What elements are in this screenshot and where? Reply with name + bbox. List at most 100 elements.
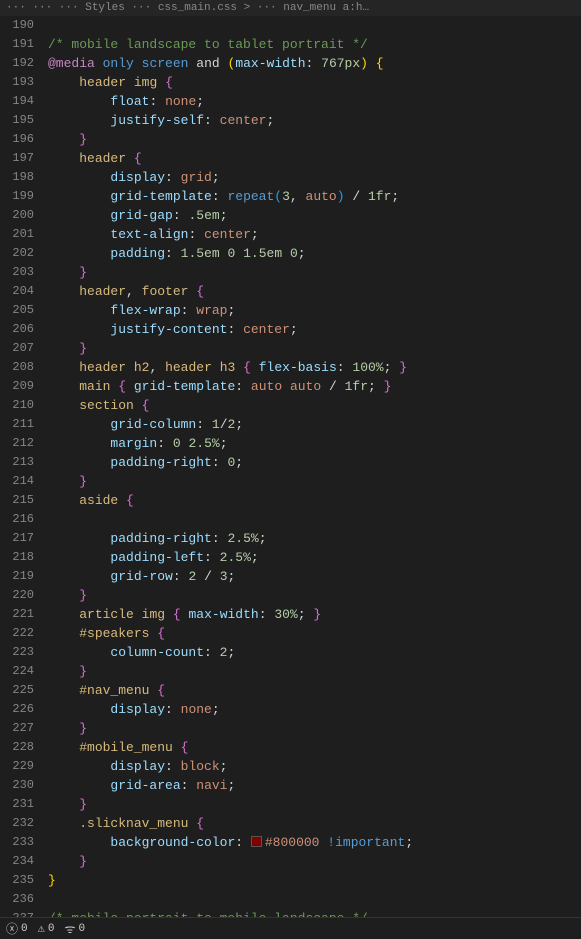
code-line[interactable]: 215 aside {: [0, 491, 581, 510]
code-line[interactable]: 227 }: [0, 719, 581, 738]
code-content[interactable]: }: [48, 719, 581, 738]
code-line[interactable]: 199 grid-template: repeat(3, auto) / 1fr…: [0, 187, 581, 206]
code-content[interactable]: article img { max-width: 30%; }: [48, 605, 581, 624]
code-line[interactable]: 193 header img {: [0, 73, 581, 92]
code-content[interactable]: }: [48, 472, 581, 491]
code-line[interactable]: 221 article img { max-width: 30%; }: [0, 605, 581, 624]
code-content[interactable]: main { grid-template: auto auto / 1fr; }: [48, 377, 581, 396]
code-line[interactable]: 204 header, footer {: [0, 282, 581, 301]
code-line[interactable]: 206 justify-content: center;: [0, 320, 581, 339]
code-line[interactable]: 226 display: none;: [0, 700, 581, 719]
code-line[interactable]: 223 column-count: 2;: [0, 643, 581, 662]
code-line[interactable]: 190: [0, 16, 581, 35]
code-line[interactable]: 201 text-align: center;: [0, 225, 581, 244]
code-line[interactable]: 235}: [0, 871, 581, 890]
code-line[interactable]: 211 grid-column: 1/2;: [0, 415, 581, 434]
code-content[interactable]: /* mobile portrait to mobile landscape *…: [48, 909, 581, 917]
code-content[interactable]: [48, 16, 581, 35]
code-line[interactable]: 236: [0, 890, 581, 909]
code-content[interactable]: [48, 510, 581, 529]
status-bar[interactable]: ⓧ0 ⚠0 ᯤ0: [0, 917, 581, 939]
code-line[interactable]: 197 header {: [0, 149, 581, 168]
breadcrumb[interactable]: ··· ··· ··· Styles ··· css_main.css > ··…: [6, 2, 369, 14]
code-line[interactable]: 234 }: [0, 852, 581, 871]
code-content[interactable]: header h2, header h3 { flex-basis: 100%;…: [48, 358, 581, 377]
code-content[interactable]: [48, 890, 581, 909]
code-content[interactable]: grid-area: navi;: [48, 776, 581, 795]
code-content[interactable]: padding: 1.5em 0 1.5em 0;: [48, 244, 581, 263]
code-content[interactable]: #mobile_menu {: [48, 738, 581, 757]
code-line[interactable]: 232 .slicknav_menu {: [0, 814, 581, 833]
code-line[interactable]: 214 }: [0, 472, 581, 491]
code-line[interactable]: 195 justify-self: center;: [0, 111, 581, 130]
code-content[interactable]: column-count: 2;: [48, 643, 581, 662]
code-line[interactable]: 198 display: grid;: [0, 168, 581, 187]
code-content[interactable]: padding-left: 2.5%;: [48, 548, 581, 567]
code-content[interactable]: }: [48, 586, 581, 605]
code-content[interactable]: /* mobile landscape to tablet portrait *…: [48, 35, 581, 54]
code-content[interactable]: #speakers {: [48, 624, 581, 643]
code-line[interactable]: 212 margin: 0 2.5%;: [0, 434, 581, 453]
code-editor[interactable]: 190191/* mobile landscape to tablet port…: [0, 16, 581, 917]
code-content[interactable]: padding-right: 0;: [48, 453, 581, 472]
code-content[interactable]: }: [48, 130, 581, 149]
code-content[interactable]: display: grid;: [48, 168, 581, 187]
code-line[interactable]: 222 #speakers {: [0, 624, 581, 643]
code-content[interactable]: grid-row: 2 / 3;: [48, 567, 581, 586]
code-line[interactable]: 207 }: [0, 339, 581, 358]
code-line[interactable]: 205 flex-wrap: wrap;: [0, 301, 581, 320]
code-content[interactable]: float: none;: [48, 92, 581, 111]
code-content[interactable]: flex-wrap: wrap;: [48, 301, 581, 320]
code-line[interactable]: 229 display: block;: [0, 757, 581, 776]
code-line[interactable]: 191/* mobile landscape to tablet portrai…: [0, 35, 581, 54]
code-line[interactable]: 233 background-color: #800000 !important…: [0, 833, 581, 852]
code-content[interactable]: }: [48, 263, 581, 282]
code-content[interactable]: margin: 0 2.5%;: [48, 434, 581, 453]
code-content[interactable]: grid-column: 1/2;: [48, 415, 581, 434]
code-content[interactable]: display: none;: [48, 700, 581, 719]
code-content[interactable]: justify-content: center;: [48, 320, 581, 339]
code-line[interactable]: 213 padding-right: 0;: [0, 453, 581, 472]
status-errors[interactable]: ⓧ0: [6, 920, 28, 937]
code-line[interactable]: 200 grid-gap: .5em;: [0, 206, 581, 225]
code-line[interactable]: 202 padding: 1.5em 0 1.5em 0;: [0, 244, 581, 263]
code-content[interactable]: }: [48, 852, 581, 871]
code-content[interactable]: .slicknav_menu {: [48, 814, 581, 833]
code-content[interactable]: section {: [48, 396, 581, 415]
code-line[interactable]: 196 }: [0, 130, 581, 149]
code-content[interactable]: background-color: #800000 !important;: [48, 833, 581, 852]
code-content[interactable]: }: [48, 662, 581, 681]
code-line[interactable]: 219 grid-row: 2 / 3;: [0, 567, 581, 586]
code-line[interactable]: 220 }: [0, 586, 581, 605]
code-content[interactable]: }: [48, 871, 581, 890]
code-content[interactable]: header img {: [48, 73, 581, 92]
code-line[interactable]: 225 #nav_menu {: [0, 681, 581, 700]
status-ports[interactable]: ᯤ0: [64, 920, 85, 937]
code-line[interactable]: 203 }: [0, 263, 581, 282]
code-line[interactable]: 237/* mobile portrait to mobile landscap…: [0, 909, 581, 917]
code-content[interactable]: grid-template: repeat(3, auto) / 1fr;: [48, 187, 581, 206]
code-line[interactable]: 192@media only screen and (max-width: 76…: [0, 54, 581, 73]
code-line[interactable]: 194 float: none;: [0, 92, 581, 111]
code-content[interactable]: header {: [48, 149, 581, 168]
code-content[interactable]: }: [48, 795, 581, 814]
code-content[interactable]: justify-self: center;: [48, 111, 581, 130]
code-line[interactable]: 210 section {: [0, 396, 581, 415]
code-line[interactable]: 224 }: [0, 662, 581, 681]
code-line[interactable]: 216: [0, 510, 581, 529]
code-content[interactable]: display: block;: [48, 757, 581, 776]
code-content[interactable]: }: [48, 339, 581, 358]
code-line[interactable]: 228 #mobile_menu {: [0, 738, 581, 757]
status-warnings[interactable]: ⚠0: [38, 921, 55, 936]
tab-bar[interactable]: ··· ··· ··· Styles ··· css_main.css > ··…: [0, 0, 581, 16]
code-content[interactable]: header, footer {: [48, 282, 581, 301]
code-content[interactable]: text-align: center;: [48, 225, 581, 244]
code-content[interactable]: aside {: [48, 491, 581, 510]
code-line[interactable]: 230 grid-area: navi;: [0, 776, 581, 795]
code-line[interactable]: 231 }: [0, 795, 581, 814]
code-content[interactable]: padding-right: 2.5%;: [48, 529, 581, 548]
code-line[interactable]: 218 padding-left: 2.5%;: [0, 548, 581, 567]
code-content[interactable]: #nav_menu {: [48, 681, 581, 700]
code-content[interactable]: grid-gap: .5em;: [48, 206, 581, 225]
code-line[interactable]: 208 header h2, header h3 { flex-basis: 1…: [0, 358, 581, 377]
